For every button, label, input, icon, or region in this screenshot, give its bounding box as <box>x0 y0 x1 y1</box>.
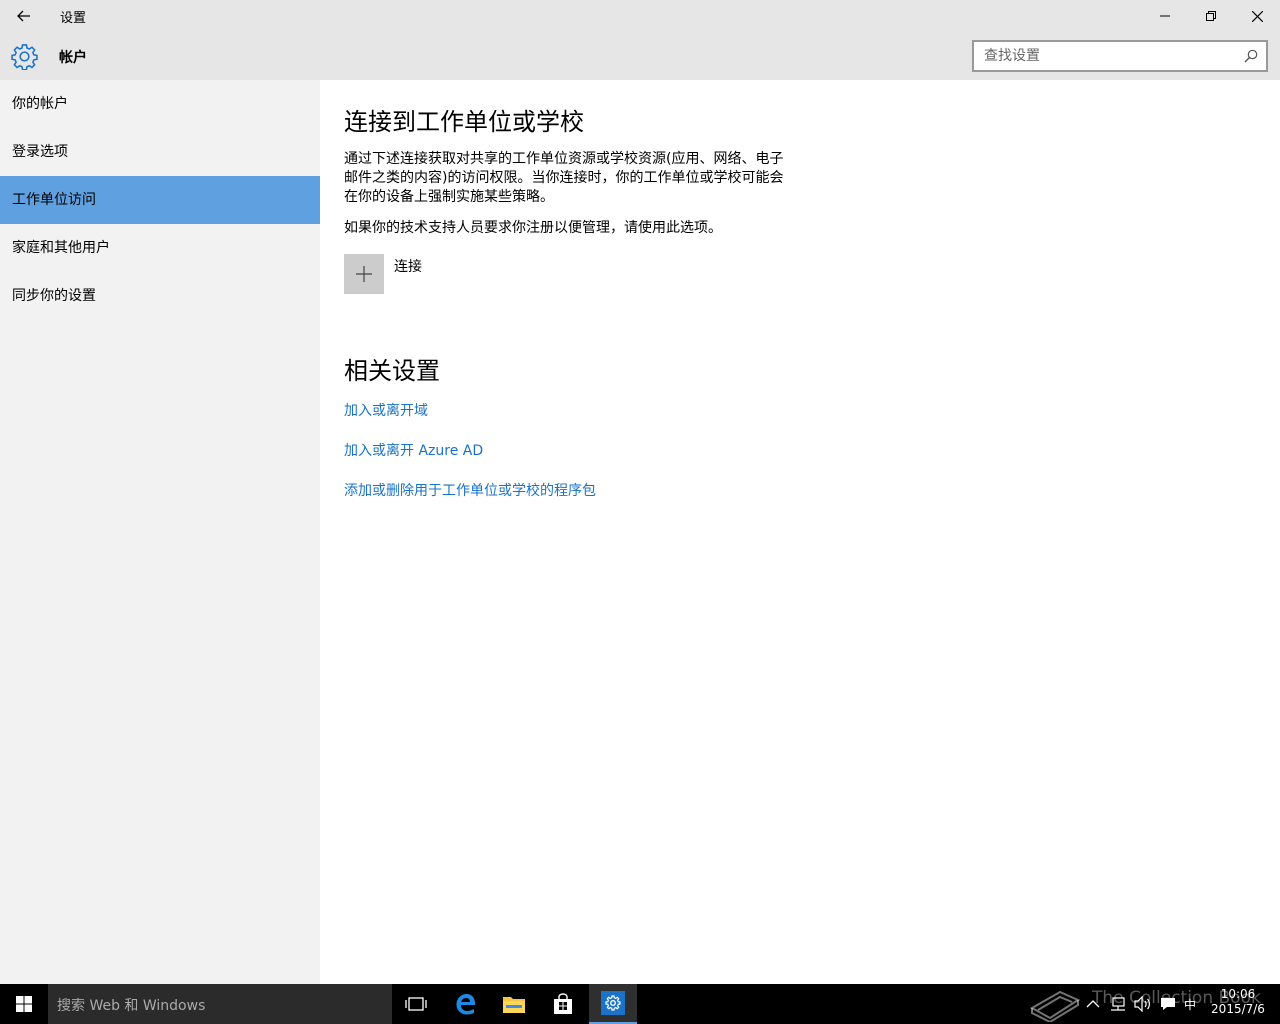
file-explorer-button[interactable] <box>490 984 538 1024</box>
settings-taskbar-button[interactable] <box>589 984 637 1024</box>
settings-search[interactable] <box>972 40 1268 72</box>
connect-label[interactable]: 连接 <box>394 256 422 276</box>
sidebar-item-label: 你的帐户 <box>12 96 68 112</box>
start-button[interactable] <box>0 984 48 1024</box>
edge-button[interactable] <box>442 984 490 1024</box>
title-bar: 设置 <box>0 0 1280 32</box>
search-icon[interactable] <box>1244 49 1258 63</box>
link-join-domain[interactable]: 加入或离开域 <box>344 400 428 420</box>
chevron-up-icon[interactable] <box>1086 999 1100 1009</box>
action-center-icon[interactable] <box>1160 996 1176 1012</box>
section-description: 通过下述连接获取对共享的工作单位资源或学校资源(应用、网络、电子邮件之类的内容)… <box>344 151 784 205</box>
store-button[interactable] <box>539 984 587 1024</box>
sidebar-item-label: 同步你的设置 <box>12 288 96 304</box>
system-tray: 中 <box>1086 984 1196 1024</box>
window-title: 设置 <box>60 11 87 26</box>
task-view-button[interactable] <box>392 984 440 1024</box>
search-input[interactable] <box>984 47 1234 65</box>
sidebar-item-sync-settings[interactable]: 同步你的设置 <box>0 272 320 320</box>
clock-time: 10:06 <box>1220 987 1256 1001</box>
book-watermark-icon <box>1030 990 1081 1022</box>
minimize-icon <box>1160 15 1170 17</box>
page-header: 帐户 <box>0 32 1280 80</box>
store-bag-icon <box>554 993 572 1014</box>
connect-button[interactable] <box>344 254 384 294</box>
back-arrow-icon <box>17 10 30 22</box>
sidebar-item-label: 登录选项 <box>12 144 68 160</box>
link-add-remove-packages[interactable]: 添加或删除用于工作单位或学校的程序包 <box>344 480 596 500</box>
windows-logo-icon <box>16 996 32 1012</box>
sidebar-item-label: 家庭和其他用户 <box>12 240 110 256</box>
gear-icon <box>11 44 38 70</box>
settings-app-tile <box>601 991 625 1015</box>
sidebar-item-sign-in-options[interactable]: 登录选项 <box>0 128 320 176</box>
sidebar-item-work-access[interactable]: 工作单位访问 <box>0 176 320 224</box>
sidebar: 你的帐户 登录选项 工作单位访问 家庭和其他用户 同步你的设置 <box>0 80 320 984</box>
sidebar-item-label: 工作单位访问 <box>12 192 96 208</box>
edge-browser-icon <box>456 994 476 1015</box>
clock-date: 2015/7/6 <box>1211 1002 1265 1016</box>
back-button[interactable] <box>8 4 40 28</box>
taskbar-search-box[interactable]: 搜索 Web 和 Windows <box>48 984 392 1024</box>
network-icon[interactable] <box>1110 996 1126 1012</box>
related-settings-heading: 相关设置 <box>344 357 440 385</box>
plus-icon <box>356 266 372 282</box>
section-heading: 连接到工作单位或学校 <box>344 108 584 136</box>
main-content: 连接到工作单位或学校 通过下述连接获取对共享的工作单位资源或学校资源(应用、网络… <box>320 80 1280 984</box>
task-view-icon <box>405 997 427 1011</box>
taskbar-search-placeholder: 搜索 Web 和 Windows <box>57 998 206 1014</box>
section-note: 如果你的技术支持人员要求你注册以便管理，请使用此选项。 <box>344 220 722 236</box>
close-button[interactable] <box>1234 0 1280 32</box>
page-title: 帐户 <box>59 50 87 66</box>
minimize-button[interactable] <box>1142 0 1188 32</box>
restore-button[interactable] <box>1188 0 1234 32</box>
volume-icon[interactable] <box>1134 996 1152 1012</box>
link-join-azure-ad[interactable]: 加入或离开 Azure AD <box>344 440 483 460</box>
gear-icon <box>605 995 621 1011</box>
clock[interactable]: 10:06 2015/7/6 <box>1206 987 1270 1017</box>
sidebar-item-your-account[interactable]: 你的帐户 <box>0 80 320 128</box>
close-icon <box>1251 10 1263 22</box>
taskbar: 搜索 Web 和 Windows The Collection Book 中 1… <box>0 984 1280 1024</box>
folder-icon <box>503 997 525 1013</box>
restore-icon <box>1206 11 1216 21</box>
ime-indicator[interactable]: 中 <box>1184 996 1196 1013</box>
sidebar-item-family-other-users[interactable]: 家庭和其他用户 <box>0 224 320 272</box>
